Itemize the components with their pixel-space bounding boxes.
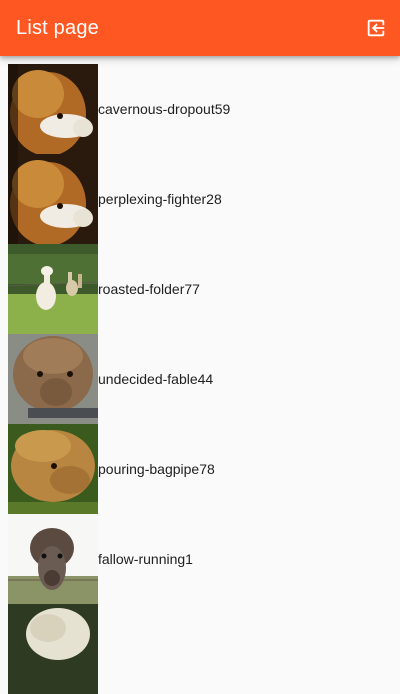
- item-label: roasted-folder77: [98, 281, 200, 297]
- page-title: List page: [16, 16, 99, 39]
- item-label: undecided-fable44: [98, 371, 214, 387]
- alpaca-thumbnail: [8, 154, 98, 244]
- list-item[interactable]: fallow-running1: [8, 514, 392, 604]
- alpaca-list: cavernous-dropout59 perplexing-fighter28: [8, 64, 392, 694]
- item-label: cavernous-dropout59: [98, 101, 231, 117]
- alpaca-thumbnail: [8, 244, 98, 334]
- item-label: perplexing-fighter28: [98, 191, 222, 207]
- list-item[interactable]: pouring-bagpipe78: [8, 424, 392, 514]
- alpaca-thumbnail: [8, 424, 98, 514]
- list-item[interactable]: [8, 604, 392, 694]
- alpaca-thumbnail: [8, 64, 98, 154]
- logout-icon: [367, 19, 385, 37]
- logout-button[interactable]: [364, 16, 388, 40]
- alpaca-thumbnail: [8, 604, 98, 694]
- list-item[interactable]: perplexing-fighter28: [8, 154, 392, 244]
- item-label: pouring-bagpipe78: [98, 461, 215, 477]
- list-item[interactable]: undecided-fable44: [8, 334, 392, 424]
- app-bar: List page: [0, 0, 400, 56]
- alpaca-thumbnail: [8, 514, 98, 604]
- list-item[interactable]: cavernous-dropout59: [8, 64, 392, 154]
- item-label: fallow-running1: [98, 551, 193, 567]
- list-item[interactable]: roasted-folder77: [8, 244, 392, 334]
- alpaca-thumbnail: [8, 334, 98, 424]
